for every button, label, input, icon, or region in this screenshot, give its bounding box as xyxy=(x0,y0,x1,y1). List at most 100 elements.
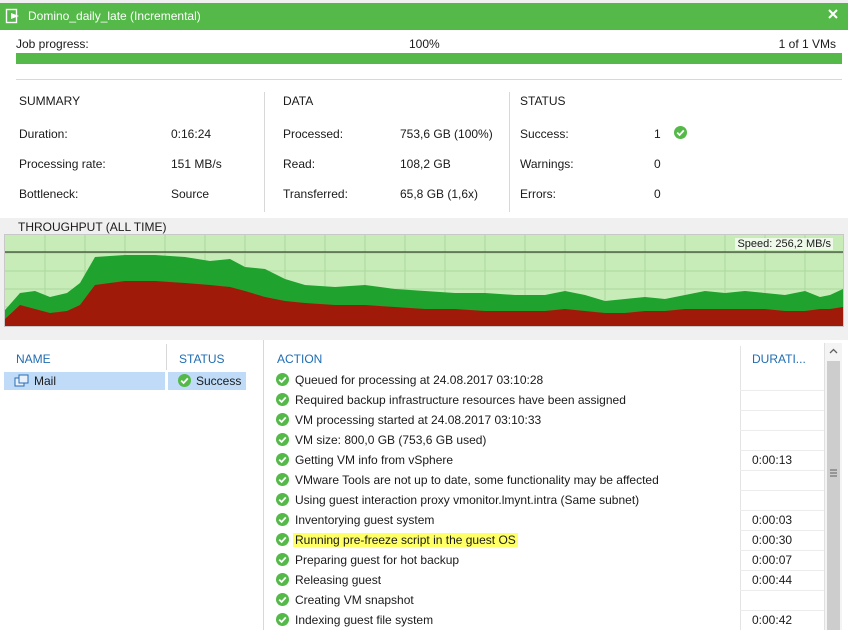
row-divider xyxy=(740,610,824,611)
throughput-graph xyxy=(5,235,843,326)
log-action-text: VMware Tools are not up to date, some fu… xyxy=(295,473,659,487)
log-row[interactable]: Creating VM snapshot xyxy=(268,590,822,610)
log-action-text: Queued for processing at 24.08.2017 03:1… xyxy=(295,373,544,387)
duration-value: 0:16:24 xyxy=(171,127,212,141)
log-duration-text: 0:00:13 xyxy=(752,453,793,467)
read-label: Read: xyxy=(283,157,316,171)
window-title: Domino_daily_late (Incremental) xyxy=(28,9,201,23)
success-check-icon xyxy=(276,513,289,526)
processed-label: Processed: xyxy=(283,127,344,141)
vm-icon xyxy=(14,374,29,387)
scroll-thumb[interactable] xyxy=(827,361,840,630)
row-divider xyxy=(740,590,824,591)
title-bar: Domino_daily_late (Incremental) xyxy=(0,3,848,30)
data-heading: DATA xyxy=(283,94,314,108)
read-value: 108,2 GB xyxy=(400,157,451,171)
column-divider xyxy=(264,92,265,212)
duration-label: Duration: xyxy=(19,127,68,141)
row-divider xyxy=(740,490,824,491)
name-column-header[interactable]: NAME xyxy=(16,352,51,366)
log-action-text: Releasing guest xyxy=(295,573,382,587)
vm-name: Mail xyxy=(34,374,57,388)
log-row[interactable]: Running pre-freeze script in the guest O… xyxy=(268,530,822,550)
errors-value: 0 xyxy=(654,187,661,201)
success-check-icon xyxy=(276,373,289,386)
transferred-label: Transferred: xyxy=(283,187,348,201)
row-divider xyxy=(740,530,824,531)
success-check-icon xyxy=(276,553,289,566)
success-value: 1 xyxy=(654,127,661,141)
scroll-up-icon[interactable] xyxy=(825,343,842,360)
action-column-header[interactable]: ACTION xyxy=(277,352,322,366)
log-row[interactable]: Using guest interaction proxy vmonitor.l… xyxy=(268,490,822,510)
row-divider xyxy=(740,510,824,511)
log-row[interactable]: Inventorying guest system 0:00:03 xyxy=(268,510,822,530)
log-duration-text: 0:00:07 xyxy=(752,553,793,567)
bottleneck-label: Bottleneck: xyxy=(19,187,79,201)
throughput-title: THROUGHPUT (ALL TIME) xyxy=(18,220,167,234)
job-progress-fill xyxy=(16,53,842,64)
success-check-icon xyxy=(178,374,191,387)
column-divider xyxy=(509,92,510,212)
job-progress-label: Job progress: xyxy=(16,37,89,51)
log-duration-text: 0:00:44 xyxy=(752,573,793,587)
row-divider xyxy=(740,570,824,571)
success-check-icon xyxy=(674,126,687,139)
log-row[interactable]: Preparing guest for hot backup 0:00:07 xyxy=(268,550,822,570)
job-progress-vm-count: 1 of 1 VMs xyxy=(778,37,836,51)
log-action-text: Getting VM info from vSphere xyxy=(295,453,454,467)
log-action-text: Inventorying guest system xyxy=(295,513,435,527)
row-divider xyxy=(740,550,824,551)
vm-row[interactable]: Mail Success xyxy=(4,372,246,390)
row-divider xyxy=(740,390,824,391)
vm-status-cell[interactable]: Success xyxy=(168,372,246,390)
success-check-icon xyxy=(276,393,289,406)
status-column-header[interactable]: STATUS xyxy=(179,352,225,366)
log-action-text: Running pre-freeze script in the guest O… xyxy=(293,533,518,547)
log-row[interactable]: Required backup infrastructure resources… xyxy=(268,390,822,410)
success-check-icon xyxy=(276,473,289,486)
success-check-icon xyxy=(276,613,289,626)
log-row[interactable]: VMware Tools are not up to date, some fu… xyxy=(268,470,822,490)
log-row[interactable]: Indexing guest file system 0:00:42 xyxy=(268,610,822,630)
transferred-value: 65,8 GB (1,6x) xyxy=(400,187,479,201)
success-check-icon xyxy=(276,573,289,586)
success-label: Success: xyxy=(520,127,569,141)
log-action-text: Creating VM snapshot xyxy=(295,593,414,607)
row-divider xyxy=(740,410,824,411)
throughput-chart: Speed: 256,2 MB/s xyxy=(4,234,844,327)
success-check-icon xyxy=(276,493,289,506)
log-row[interactable]: Releasing guest 0:00:44 xyxy=(268,570,822,590)
log-row[interactable]: Queued for processing at 24.08.2017 03:1… xyxy=(268,370,822,390)
vm-status-text: Success xyxy=(196,374,242,388)
warnings-label: Warnings: xyxy=(520,157,574,171)
grip-icon xyxy=(830,469,837,477)
processing-rate-label: Processing rate: xyxy=(19,157,106,171)
bottleneck-value: Source xyxy=(171,187,210,201)
duration-column-header[interactable]: DURATI... xyxy=(752,352,806,366)
summary-heading: SUMMARY xyxy=(19,94,81,108)
log-action-text: Required backup infrastructure resources… xyxy=(295,393,626,407)
status-heading: STATUS xyxy=(520,94,566,108)
success-check-icon xyxy=(276,453,289,466)
log-action-text: Preparing guest for hot backup xyxy=(295,553,460,567)
close-icon[interactable] xyxy=(826,7,840,21)
row-divider xyxy=(740,430,824,431)
processing-rate-value: 151 MB/s xyxy=(171,157,222,171)
errors-label: Errors: xyxy=(520,187,556,201)
log-row[interactable]: VM processing started at 24.08.2017 03:1… xyxy=(268,410,822,430)
log-scrollbar[interactable] xyxy=(824,343,842,630)
log-duration-text: 0:00:42 xyxy=(752,613,793,627)
success-check-icon xyxy=(276,413,289,426)
speed-readout: Speed: 256,2 MB/s xyxy=(735,238,833,250)
log-action-text: VM size: 800,0 GB (753,6 GB used) xyxy=(295,433,487,447)
job-progress-section: Job progress: 100% 1 of 1 VMs xyxy=(0,30,848,80)
pane-divider[interactable] xyxy=(263,340,264,630)
vm-name-cell[interactable]: Mail xyxy=(4,372,165,390)
veeam-job-icon xyxy=(5,8,19,24)
success-check-icon xyxy=(276,533,289,546)
log-row[interactable]: Getting VM info from vSphere 0:00:13 xyxy=(268,450,822,470)
log-row[interactable]: VM size: 800,0 GB (753,6 GB used) xyxy=(268,430,822,450)
processed-value: 753,6 GB (100%) xyxy=(400,127,493,141)
log-action-text: Indexing guest file system xyxy=(295,613,434,627)
